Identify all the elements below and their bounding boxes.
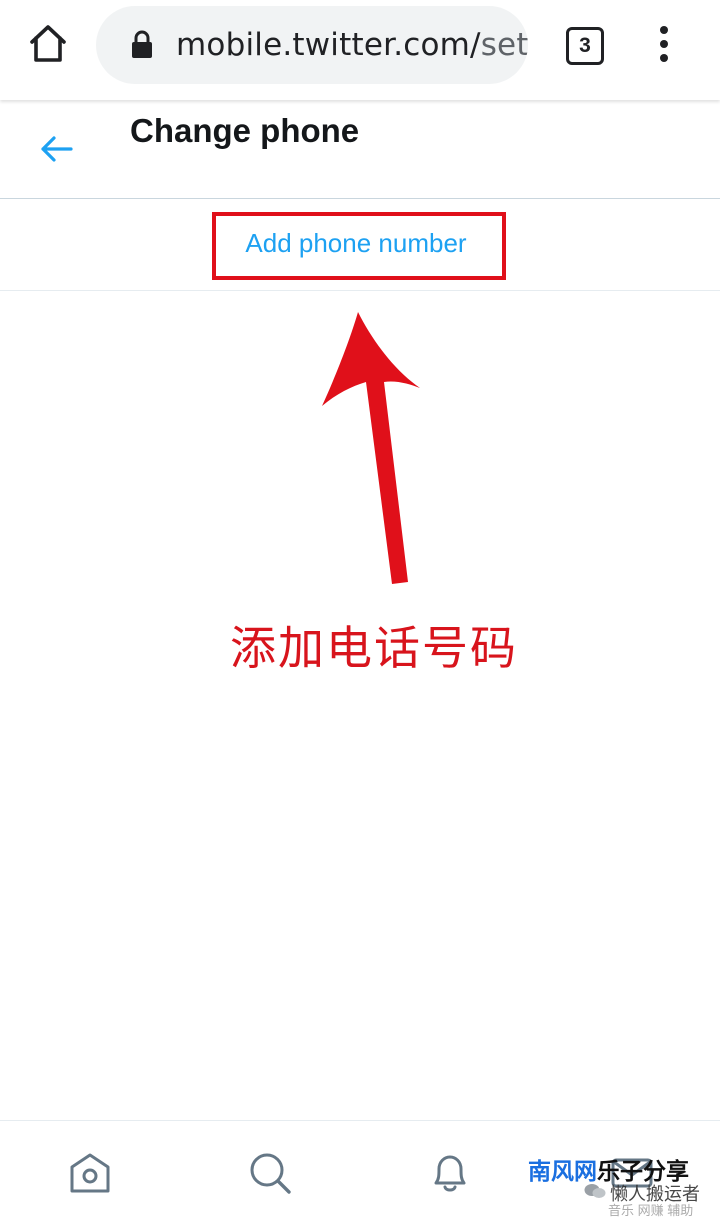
add-phone-number-link[interactable]: Add phone number xyxy=(214,213,498,273)
url-text: mobile.twitter.com/sett xyxy=(176,27,528,63)
search-icon[interactable] xyxy=(248,1151,292,1195)
home-icon[interactable] xyxy=(68,1151,112,1195)
address-bar[interactable]: mobile.twitter.com/sett xyxy=(96,6,528,84)
wechat-icon xyxy=(584,1182,606,1200)
watermark-brand-blue: 南风网 xyxy=(528,1158,597,1184)
annotation-arrow-icon xyxy=(322,312,420,584)
add-phone-row: Add phone number xyxy=(0,199,720,291)
page-title: Change phone xyxy=(130,112,360,149)
notifications-icon[interactable] xyxy=(428,1151,472,1195)
url-path: sett xyxy=(480,27,528,63)
annotation-text: 添加电话号码 xyxy=(230,621,518,675)
watermark-caption: 音乐 网赚 辅助 xyxy=(608,1203,694,1218)
page-header: Change phone xyxy=(0,100,720,199)
home-icon[interactable] xyxy=(26,22,70,66)
arrow-left-icon[interactable] xyxy=(38,134,74,164)
url-host: mobile.twitter.com/ xyxy=(176,27,481,63)
more-vertical-icon[interactable] xyxy=(652,24,676,64)
watermark: 南风网乐子分享 懒人搬运者 音乐 网赚 辅助 xyxy=(524,1150,720,1220)
lock-icon xyxy=(130,30,154,60)
tab-count: 3 xyxy=(579,34,591,57)
tab-switcher-button[interactable]: 3 xyxy=(566,27,604,65)
browser-toolbar: mobile.twitter.com/sett 3 xyxy=(0,0,720,100)
